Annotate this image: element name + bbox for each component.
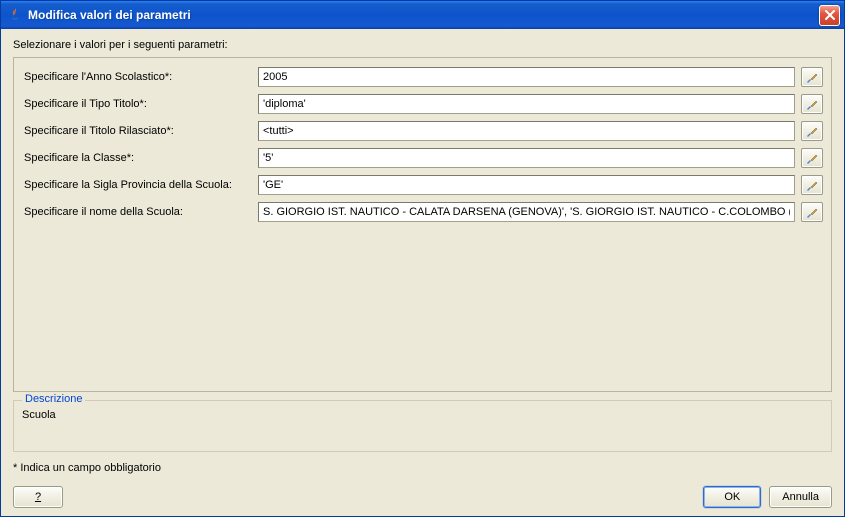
- brush-icon: [805, 151, 819, 165]
- lookup-button[interactable]: [801, 67, 823, 87]
- brush-icon: [805, 70, 819, 84]
- parameters-panel: Specificare l'Anno Scolastico*: Specific…: [13, 57, 832, 392]
- java-icon: [7, 7, 23, 23]
- dialog-window: Modifica valori dei parametri Selezionar…: [0, 0, 845, 517]
- param-label-titolo-rilasciato: Specificare il Titolo Rilasciato*:: [22, 125, 258, 137]
- param-row: Specificare il nome della Scuola:: [22, 201, 823, 223]
- lookup-button[interactable]: [801, 121, 823, 141]
- param-input-anno[interactable]: [258, 67, 795, 87]
- cancel-button[interactable]: Annulla: [769, 486, 832, 508]
- param-input-titolo-rilasciato[interactable]: [258, 121, 795, 141]
- close-icon: [825, 10, 835, 20]
- param-row: Specificare la Sigla Provincia della Scu…: [22, 174, 823, 196]
- param-row: Specificare il Titolo Rilasciato*:: [22, 120, 823, 142]
- ok-button[interactable]: OK: [703, 486, 761, 508]
- param-input-classe[interactable]: [258, 148, 795, 168]
- brush-icon: [805, 97, 819, 111]
- param-label-classe: Specificare la Classe*:: [22, 152, 258, 164]
- param-input-tipo-titolo[interactable]: [258, 94, 795, 114]
- help-button[interactable]: ?: [13, 486, 63, 508]
- dialog-content: Selezionare i valori per i seguenti para…: [1, 29, 844, 516]
- param-row: Specificare l'Anno Scolastico*:: [22, 66, 823, 88]
- brush-icon: [805, 178, 819, 192]
- param-label-tipo-titolo: Specificare il Tipo Titolo*:: [22, 98, 258, 110]
- param-input-provincia[interactable]: [258, 175, 795, 195]
- required-note: * Indica un campo obbligatorio: [13, 462, 832, 474]
- param-row: Specificare il Tipo Titolo*:: [22, 93, 823, 115]
- param-input-nome-scuola[interactable]: [258, 202, 795, 222]
- button-bar: ? OK Annulla: [13, 486, 832, 508]
- lookup-button[interactable]: [801, 94, 823, 114]
- window-title: Modifica valori dei parametri: [28, 8, 819, 22]
- title-bar[interactable]: Modifica valori dei parametri: [1, 1, 844, 29]
- brush-icon: [805, 124, 819, 138]
- param-label-provincia: Specificare la Sigla Provincia della Scu…: [22, 179, 258, 191]
- param-row: Specificare la Classe*:: [22, 147, 823, 169]
- prompt-label: Selezionare i valori per i seguenti para…: [13, 39, 832, 51]
- description-fieldset: Descrizione Scuola: [13, 400, 832, 452]
- lookup-button[interactable]: [801, 148, 823, 168]
- param-label-nome-scuola: Specificare il nome della Scuola:: [22, 206, 258, 218]
- lookup-button[interactable]: [801, 175, 823, 195]
- lookup-button[interactable]: [801, 202, 823, 222]
- description-body: Scuola: [22, 409, 823, 421]
- close-button[interactable]: [819, 5, 840, 26]
- brush-icon: [805, 205, 819, 219]
- description-legend: Descrizione: [22, 393, 85, 405]
- param-label-anno: Specificare l'Anno Scolastico*:: [22, 71, 258, 83]
